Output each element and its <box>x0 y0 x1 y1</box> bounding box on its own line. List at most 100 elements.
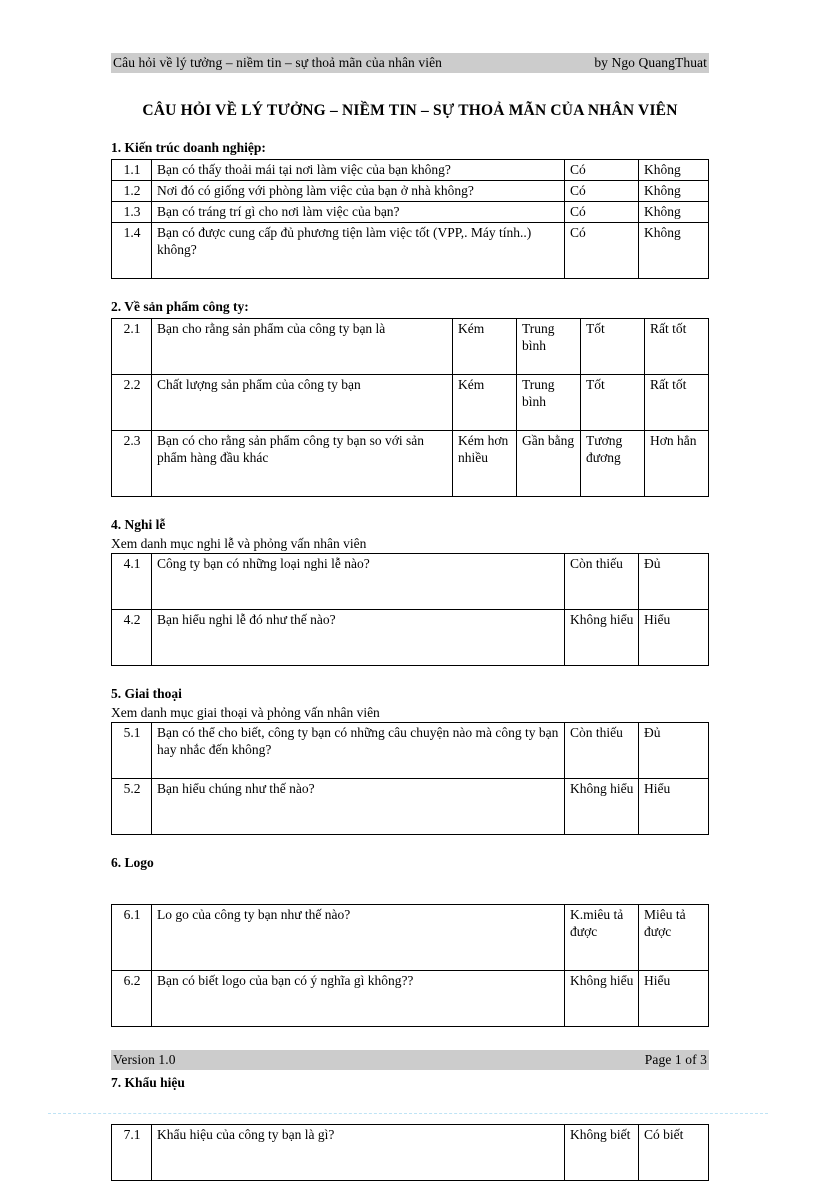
row-option[interactable]: Có <box>564 201 639 223</box>
row-number: 6.2 <box>111 970 152 1027</box>
question-table-6: 6.1 Lo go của công ty bạn như thế nào? K… <box>111 904 709 1027</box>
row-question: Bạn có biết logo của bạn có ý nghĩa gì k… <box>151 970 565 1027</box>
row-number: 5.2 <box>111 778 152 835</box>
row-option[interactable]: Hơn hẳn <box>644 430 709 497</box>
row-option[interactable]: Có <box>564 159 639 181</box>
row-option[interactable]: Có biết <box>638 1124 709 1181</box>
question-table-4: 4.1 Công ty bạn có những loại nghi lễ nà… <box>111 553 709 666</box>
row-option[interactable]: Kém <box>452 318 517 375</box>
table-row: 1.1 Bạn có thấy thoải mái tại nơi làm vi… <box>111 159 709 181</box>
section-heading-7: 7. Khẩu hiệu <box>111 1075 185 1090</box>
section-heading-4: 4. Nghi lễ <box>111 517 166 532</box>
row-option[interactable]: Đủ <box>638 553 709 610</box>
scan-edge-rule <box>48 1113 768 1114</box>
row-option[interactable]: Rất tốt <box>644 374 709 431</box>
section-note-4: Xem danh mục nghi lễ và phỏng vấn nhân v… <box>111 536 367 551</box>
row-option[interactable]: Rất tốt <box>644 318 709 375</box>
row-question: Bạn hiểu chúng như thế nào? <box>151 778 565 835</box>
row-option[interactable]: Có <box>564 222 639 279</box>
row-option[interactable]: Còn thiếu <box>564 553 639 610</box>
question-table-1: 1.1 Bạn có thấy thoải mái tại nơi làm vi… <box>111 159 709 279</box>
table-row: 4.1 Công ty bạn có những loại nghi lễ nà… <box>111 553 709 610</box>
row-question: Bạn cho rằng sản phẩm của công ty bạn là <box>151 318 453 375</box>
row-option[interactable]: Không hiểu <box>564 778 639 835</box>
row-number: 1.1 <box>111 159 152 181</box>
row-question: Bạn có thấy thoải mái tại nơi làm việc c… <box>151 159 565 181</box>
row-option[interactable]: Không hiểu <box>564 970 639 1027</box>
section-heading-1: 1. Kiến trúc doanh nghiệp: <box>111 140 266 155</box>
row-option[interactable]: Không hiểu <box>564 609 639 666</box>
row-option[interactable]: Không <box>638 159 709 181</box>
row-number: 4.2 <box>111 609 152 666</box>
row-number: 2.1 <box>111 318 152 375</box>
table-row: 5.1 Bạn có thể cho biết, công ty bạn có … <box>111 722 709 779</box>
row-question: Bạn có được cung cấp đủ phương tiện làm … <box>151 222 565 279</box>
table-row: 4.2 Bạn hiểu nghi lễ đó như thế nào? Khô… <box>111 609 709 666</box>
row-number: 1.4 <box>111 222 152 279</box>
row-question: Chất lượng sản phẩm của công ty bạn <box>151 374 453 431</box>
row-question: Nơi đó có giống với phòng làm việc của b… <box>151 180 565 202</box>
table-row: 2.1 Bạn cho rằng sản phẩm của công ty bạ… <box>111 318 709 375</box>
row-question: Bạn có thể cho biết, công ty bạn có nhữn… <box>151 722 565 779</box>
row-option[interactable]: Hiểu <box>638 778 709 835</box>
page-title: CÂU HỎI VỀ LÝ TƯỞNG – NIỀM TIN – SỰ THOẢ… <box>142 102 678 119</box>
page-header: Câu hỏi về lý tưởng – niềm tin – sự thoả… <box>111 53 709 73</box>
row-option[interactable]: Kém <box>452 374 517 431</box>
header-author-text: by Ngo QuangThuat <box>594 55 707 70</box>
table-row: 1.4 Bạn có được cung cấp đủ phương tiện … <box>111 222 709 279</box>
row-number: 1.2 <box>111 180 152 202</box>
row-option[interactable]: Còn thiếu <box>564 722 639 779</box>
row-option[interactable]: Hiểu <box>638 609 709 666</box>
row-option[interactable]: Tốt <box>580 374 645 431</box>
row-option[interactable]: Tương đương <box>580 430 645 497</box>
row-option[interactable]: Không biết <box>564 1124 639 1181</box>
row-option[interactable]: K.miêu tả được <box>564 904 639 971</box>
row-number: 7.1 <box>111 1124 152 1181</box>
row-option[interactable]: Trung bình <box>516 374 581 431</box>
section-note-5: Xem danh mục giai thoại và phỏng vấn nhâ… <box>111 705 380 720</box>
row-number: 4.1 <box>111 553 152 610</box>
table-row: 2.2 Chất lượng sản phẩm của công ty bạn … <box>111 374 709 431</box>
row-option[interactable]: Không <box>638 180 709 202</box>
document-content: 1. Kiến trúc doanh nghiệp: 1.1 Bạn có th… <box>111 140 709 1181</box>
table-row: 6.1 Lo go của công ty bạn như thế nào? K… <box>111 904 709 971</box>
document-page: Câu hỏi về lý tưởng – niềm tin – sự thoả… <box>0 0 816 1181</box>
row-option[interactable]: Gần bằng <box>516 430 581 497</box>
question-table-7: 7.1 Khẩu hiệu của công ty bạn là gì? Khô… <box>111 1124 709 1181</box>
row-option[interactable]: Trung bình <box>516 318 581 375</box>
table-row: 5.2 Bạn hiểu chúng như thế nào? Không hi… <box>111 778 709 835</box>
table-row: 1.2 Nơi đó có giống với phòng làm việc c… <box>111 180 709 202</box>
row-question: Bạn có cho rằng sản phẩm công ty bạn so … <box>151 430 453 497</box>
row-number: 2.2 <box>111 374 152 431</box>
table-row: 2.3 Bạn có cho rằng sản phẩm công ty bạn… <box>111 430 709 497</box>
row-option[interactable]: Tốt <box>580 318 645 375</box>
table-row: 7.1 Khẩu hiệu của công ty bạn là gì? Khô… <box>111 1124 709 1181</box>
row-option[interactable]: Không <box>638 201 709 223</box>
page-footer: Version 1.0 Page 1 of 3 <box>111 1050 709 1070</box>
table-row: 6.2 Bạn có biết logo của bạn có ý nghĩa … <box>111 970 709 1027</box>
row-option[interactable]: Miêu tả được <box>638 904 709 971</box>
table-row: 1.3 Bạn có tráng trí gì cho nơi làm việc… <box>111 201 709 223</box>
row-number: 1.3 <box>111 201 152 223</box>
section-heading-5: 5. Giai thoại <box>111 686 182 701</box>
row-question: Lo go của công ty bạn như thế nào? <box>151 904 565 971</box>
row-question: Bạn có tráng trí gì cho nơi làm việc của… <box>151 201 565 223</box>
row-question: Công ty bạn có những loại nghi lễ nào? <box>151 553 565 610</box>
row-option[interactable]: Hiểu <box>638 970 709 1027</box>
row-number: 2.3 <box>111 430 152 497</box>
row-option[interactable]: Kém hơn nhiều <box>452 430 517 497</box>
footer-version-text: Version 1.0 <box>113 1052 176 1067</box>
row-number: 6.1 <box>111 904 152 971</box>
row-option[interactable]: Đủ <box>638 722 709 779</box>
row-question: Khẩu hiệu của công ty bạn là gì? <box>151 1124 565 1181</box>
section-heading-2: 2. Về sản phẩm công ty: <box>111 299 249 314</box>
row-option[interactable]: Không <box>638 222 709 279</box>
row-option[interactable]: Có <box>564 180 639 202</box>
row-number: 5.1 <box>111 722 152 779</box>
